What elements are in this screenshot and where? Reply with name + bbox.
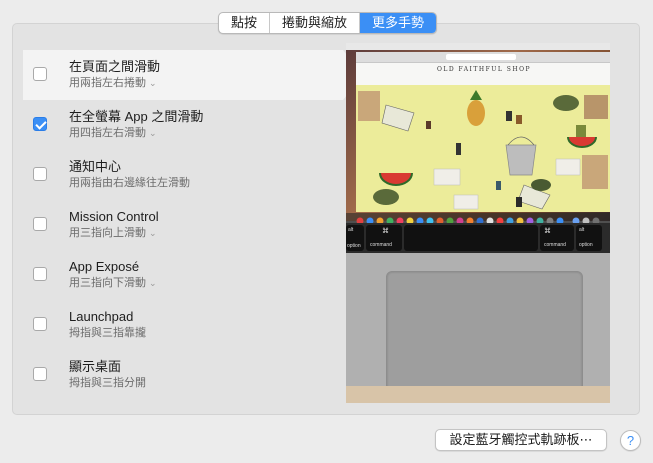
gesture-subtitle[interactable]: 用兩指左右捲動 ⌄ — [69, 75, 343, 91]
gesture-checkbox[interactable] — [33, 117, 47, 131]
browser-toolbar — [356, 52, 610, 63]
key-command-right: ⌘ command — [540, 225, 574, 251]
gesture-preview: OLD FAITHFUL SHOP alt option ⌘ command ⌘… — [346, 43, 610, 403]
gesture-subtitle-text: 用四指左右滑動 — [69, 127, 146, 139]
gesture-subtitle[interactable]: 用四指左右滑動 ⌄ — [69, 125, 343, 141]
key-alt-right: alt option — [576, 225, 602, 251]
tab-bar: 點按 捲動與縮放 更多手勢 — [218, 12, 438, 34]
gesture-checkbox[interactable] — [33, 317, 47, 331]
gesture-checkbox[interactable] — [33, 167, 47, 181]
gesture-subtitle: 拇指與三指靠攏 — [69, 325, 343, 341]
gesture-subtitle: 拇指與三指分開 — [69, 375, 343, 391]
laptop-deck — [346, 253, 610, 403]
browser-window: OLD FAITHFUL SHOP — [356, 52, 610, 212]
keyboard-preview: alt option ⌘ command ⌘ command alt optio… — [346, 223, 610, 253]
gesture-subtitle-text: 拇指與三指分開 — [69, 377, 146, 389]
gesture-item[interactable]: 在全螢幕 App 之間滑動 用四指左右滑動 ⌄ — [23, 100, 343, 150]
gesture-item[interactable]: Mission Control 用三指向上滑動 ⌄ — [23, 200, 343, 250]
gesture-title: 通知中心 — [69, 159, 122, 174]
desk-surface — [346, 386, 610, 403]
gesture-title: 在頁面之間滑動 — [69, 59, 161, 74]
gesture-title: 在全螢幕 App 之間滑動 — [69, 109, 204, 124]
gesture-subtitle-text: 用兩指左右捲動 — [69, 77, 146, 89]
gesture-title: Launchpad — [69, 309, 134, 324]
dock — [346, 213, 610, 225]
gesture-subtitle-text: 用三指向上滑動 — [69, 227, 146, 239]
tab-1[interactable]: 捲動與縮放 — [270, 13, 361, 33]
key-alt-left: alt option — [346, 225, 364, 251]
gesture-checkbox[interactable] — [33, 67, 47, 81]
menu-bar — [346, 43, 610, 50]
help-button[interactable]: ? — [620, 430, 641, 451]
gesture-title: Mission Control — [69, 209, 159, 224]
gesture-item[interactable]: Launchpad 拇指與三指靠攏 — [23, 300, 343, 350]
address-bar — [446, 54, 516, 60]
gesture-checkbox[interactable] — [33, 367, 47, 381]
tab-2[interactable]: 更多手勢 — [360, 13, 437, 33]
gesture-checkbox[interactable] — [33, 267, 47, 281]
trackpad — [386, 271, 583, 393]
key-command-left: ⌘ command — [366, 225, 402, 251]
tab-0[interactable]: 點按 — [219, 13, 271, 33]
key-space — [404, 225, 538, 251]
product-illustration — [358, 90, 608, 210]
gesture-subtitle-text: 用三指向下滑動 — [69, 277, 146, 289]
gesture-title: 顯示桌面 — [69, 359, 122, 374]
gesture-list: 在頁面之間滑動 用兩指左右捲動 ⌄ 在全螢幕 App 之間滑動 用四指左右滑動 ⌄ 通知中心… — [23, 50, 363, 400]
gesture-subtitle[interactable]: 用三指向下滑動 ⌄ — [69, 275, 343, 291]
product-image — [356, 85, 610, 212]
gesture-title: App Exposé — [69, 259, 140, 274]
gesture-item[interactable]: 在頁面之間滑動 用兩指左右捲動 ⌄ — [23, 50, 363, 100]
chevron-down-icon[interactable]: ⌄ — [149, 228, 157, 238]
chevron-down-icon[interactable]: ⌄ — [149, 128, 157, 138]
gesture-subtitle-text: 拇指與三指靠攏 — [69, 327, 146, 339]
chevron-down-icon[interactable]: ⌄ — [149, 78, 157, 88]
shop-name: OLD FAITHFUL SHOP — [436, 66, 532, 73]
gesture-checkbox[interactable] — [33, 217, 47, 231]
gesture-item[interactable]: App Exposé 用三指向下滑動 ⌄ — [23, 250, 343, 300]
gesture-item[interactable]: 顯示桌面拇指與三指分開 — [23, 350, 343, 400]
gestures-panel: 在頁面之間滑動 用兩指左右捲動 ⌄ 在全螢幕 App 之間滑動 用四指左右滑動 ⌄ 通知中心… — [12, 23, 640, 415]
gesture-subtitle-text: 用兩指由右邊緣往左滑動 — [69, 177, 190, 189]
gesture-subtitle[interactable]: 用三指向上滑動 ⌄ — [69, 225, 343, 241]
gesture-item[interactable]: 通知中心用兩指由右邊緣往左滑動 — [23, 150, 343, 200]
chevron-down-icon[interactable]: ⌄ — [149, 278, 157, 288]
gesture-subtitle: 用兩指由右邊緣往左滑動 — [69, 175, 343, 191]
setup-bluetooth-trackpad-button[interactable]: 設定藍牙觸控式軌跡板⋯ — [435, 429, 607, 451]
